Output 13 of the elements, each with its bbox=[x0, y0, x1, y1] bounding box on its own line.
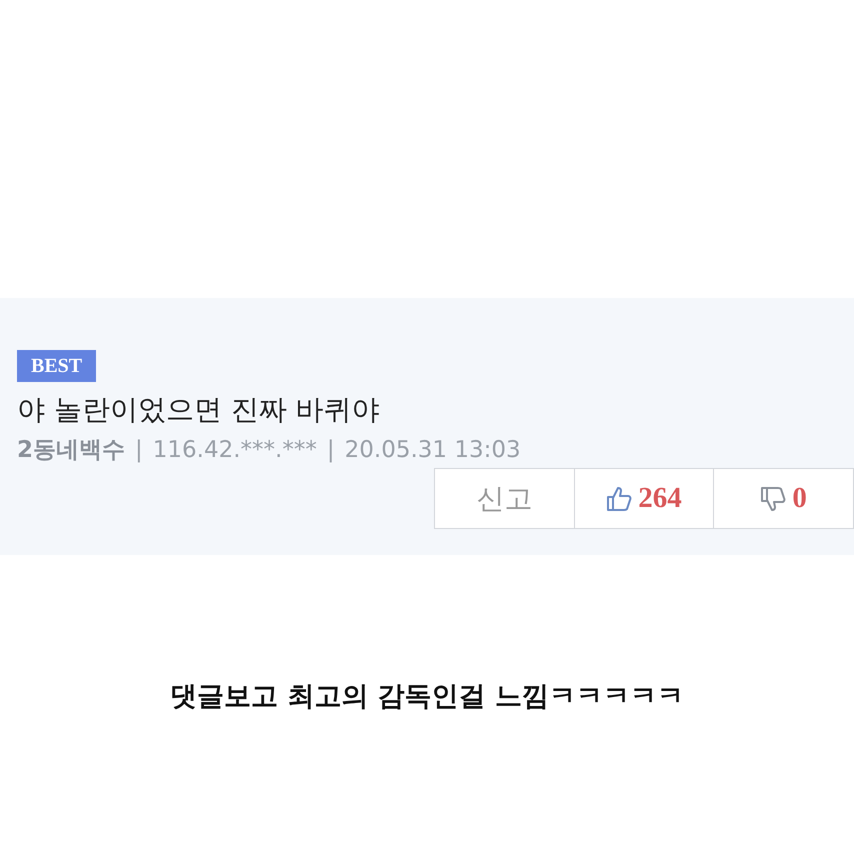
separator: | bbox=[135, 436, 143, 465]
caption-text: 댓글보고 최고의 감독인걸 느낌ㅋㅋㅋㅋㅋ bbox=[168, 680, 686, 714]
thumbs-up-icon bbox=[606, 484, 632, 512]
like-button[interactable]: 264 bbox=[574, 468, 714, 529]
best-badge: BEST bbox=[17, 350, 96, 382]
report-button[interactable]: 신고 bbox=[434, 468, 575, 529]
thumbs-down-icon bbox=[760, 484, 786, 512]
comment-date: 20.05.31 13:03 bbox=[344, 436, 521, 465]
comment-text: 야 놀란이었으면 진짜 바퀴야 bbox=[17, 392, 381, 428]
separator: | bbox=[326, 436, 335, 465]
ip-address: 116.42.***.*** bbox=[152, 436, 317, 465]
author-name: 2동네백수 bbox=[17, 436, 126, 465]
dislike-button[interactable]: 0 bbox=[713, 468, 854, 529]
